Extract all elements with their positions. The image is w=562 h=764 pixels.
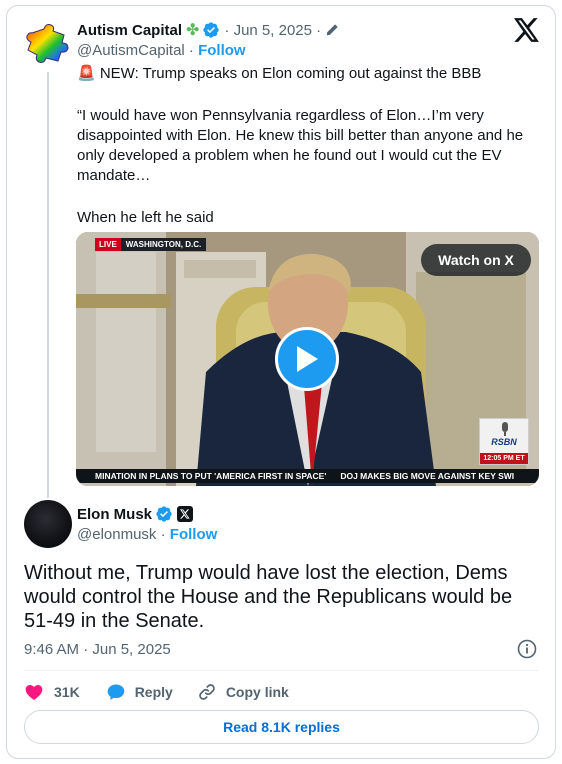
play-icon bbox=[297, 346, 318, 372]
main-author-name[interactable]: Elon Musk bbox=[77, 506, 152, 523]
quoted-tweet-header: Autism Capital ✤ · Jun 5, 2025 · bbox=[77, 20, 339, 40]
x-affiliate-badge-icon bbox=[177, 506, 194, 522]
edit-pencil-icon bbox=[326, 24, 338, 36]
rsbn-name: RSBN bbox=[491, 437, 517, 447]
rsbn-logo: RSBN 12:05 PM ET bbox=[479, 418, 529, 465]
follow-button[interactable]: Follow bbox=[170, 526, 218, 543]
main-handle[interactable]: @elonmusk bbox=[77, 526, 156, 543]
quoted-closing-line: When he left he said bbox=[77, 209, 214, 226]
read-replies-button[interactable]: Read 8.1K replies bbox=[24, 710, 539, 744]
heart-icon bbox=[25, 685, 43, 700]
location-label: WASHINGTON, D.C. bbox=[125, 240, 202, 249]
ticker-item: MINATION IN PLANS TO PUT 'AMERICA FIRST … bbox=[95, 471, 327, 481]
clover-icon: ✤ bbox=[186, 22, 200, 39]
quoted-date[interactable]: · Jun 5, 2025 · bbox=[224, 22, 321, 39]
quoted-tweet-text: 🚨 NEW: Trump speaks on Elon coming out a… bbox=[77, 64, 537, 228]
quoted-headline: 🚨 NEW: Trump speaks on Elon coming out a… bbox=[77, 65, 482, 82]
puzzle-avatar-icon[interactable] bbox=[24, 19, 72, 67]
action-bar: 31K Reply Copy link bbox=[24, 681, 289, 703]
quoted-quote-paragraph: “I would have won Pennsylvania regardles… bbox=[77, 107, 528, 184]
microphone-icon bbox=[502, 422, 508, 436]
quoted-handle[interactable]: @AutismCapital bbox=[77, 42, 185, 59]
separator: · bbox=[184, 42, 199, 59]
tweet-embed-card: Autism Capital ✤ · Jun 5, 2025 · @Autism… bbox=[6, 5, 556, 759]
copy-link-button[interactable]: Copy link bbox=[197, 682, 289, 702]
watch-on-x-button[interactable]: Watch on X bbox=[421, 244, 531, 276]
live-badge: LIVE WASHINGTON, D.C. bbox=[95, 238, 207, 251]
quoted-author-name[interactable]: Autism Capital bbox=[77, 22, 182, 39]
main-handle-row: @elonmusk · Follow bbox=[77, 526, 217, 543]
main-tweet-header: Elon Musk bbox=[77, 504, 194, 524]
quoted-handle-row: @AutismCapital · Follow bbox=[77, 42, 246, 59]
copy-link-label: Copy link bbox=[225, 684, 289, 700]
follow-button[interactable]: Follow bbox=[198, 42, 246, 59]
rsbn-time: 12:05 PM ET bbox=[480, 453, 528, 464]
x-logo-icon[interactable] bbox=[514, 18, 540, 42]
news-ticker: MINATION IN PLANS TO PUT 'AMERICA FIRST … bbox=[76, 469, 539, 483]
avatar[interactable] bbox=[24, 500, 72, 548]
video-player[interactable]: LIVE WASHINGTON, D.C. Watch on X RSBN 12… bbox=[76, 232, 539, 486]
divider bbox=[24, 670, 539, 671]
verified-badge-icon bbox=[156, 506, 172, 522]
live-label: LIVE bbox=[95, 238, 121, 251]
like-count: 31K bbox=[54, 684, 80, 700]
reply-label: Reply bbox=[134, 684, 173, 700]
reply-bubble-icon bbox=[107, 684, 125, 700]
tweet-timestamp[interactable]: 9:46 AM · Jun 5, 2025 bbox=[24, 641, 171, 658]
ticker-item: DOJ MAKES BIG MOVE AGAINST KEY SWI bbox=[340, 471, 515, 481]
link-icon bbox=[199, 684, 215, 700]
reply-button[interactable]: Reply bbox=[106, 682, 173, 702]
like-button[interactable]: 31K bbox=[24, 682, 80, 702]
main-tweet-text: Without me, Trump would have lost the el… bbox=[24, 562, 513, 632]
play-button[interactable] bbox=[275, 327, 339, 391]
verified-badge-icon bbox=[203, 22, 220, 38]
thread-connector-line bbox=[47, 72, 49, 498]
separator: · bbox=[156, 526, 170, 543]
info-icon[interactable] bbox=[517, 639, 537, 659]
